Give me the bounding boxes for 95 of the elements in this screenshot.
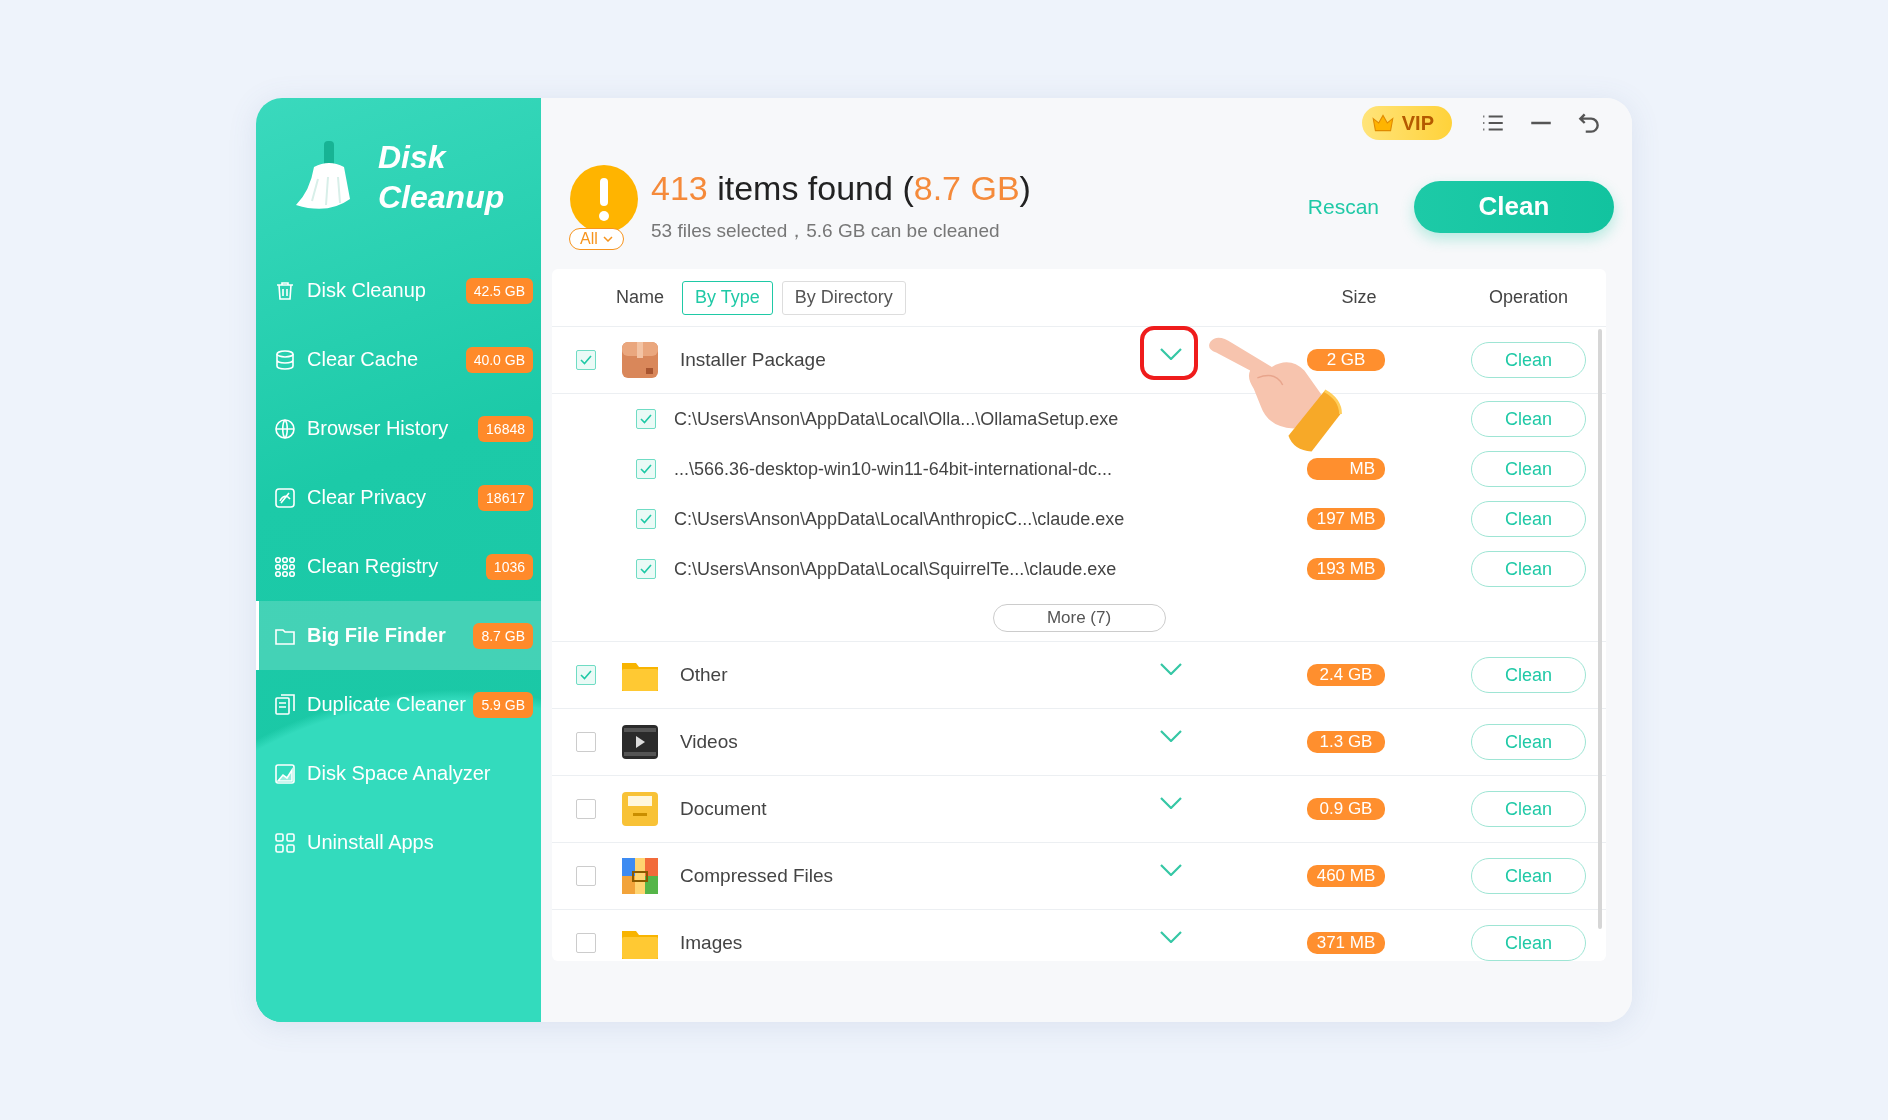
clean-button[interactable]: Clean	[1471, 858, 1586, 894]
check-icon	[580, 670, 592, 680]
size-badge: 193 MB	[1306, 558, 1386, 580]
scrollbar[interactable]	[1598, 329, 1602, 929]
sidebar-item[interactable]: Uninstall Apps	[256, 808, 541, 877]
check-icon	[640, 514, 652, 524]
document-icon	[620, 789, 660, 829]
count-badge: 1036	[485, 553, 533, 580]
checkbox[interactable]	[636, 559, 656, 579]
size-badge: 197 MB	[1306, 508, 1386, 530]
size-badge: 460 MB	[1306, 865, 1386, 887]
clean-button[interactable]: Clean	[1471, 925, 1586, 961]
sidebar-item[interactable]: Duplicate Cleaner 5.9 GB	[256, 670, 541, 739]
checkbox[interactable]	[576, 866, 596, 886]
check-icon	[580, 355, 592, 365]
video-icon	[620, 722, 660, 762]
count-badge: 16848	[478, 415, 533, 442]
summary-subtitle: 53 files selected，5.6 GB can be cleaned	[651, 219, 1001, 243]
globe-icon	[273, 416, 297, 441]
size-badge: MB	[1307, 458, 1385, 480]
column-header: Operation	[1488, 287, 1568, 308]
category-name: Compressed Files	[680, 865, 835, 887]
category-name: Document	[680, 798, 768, 820]
sidebar-item[interactable]: Clear Cache 40.0 GB	[256, 325, 541, 394]
chevron-down-icon[interactable]	[1160, 797, 1182, 809]
highlight-ring	[1140, 326, 1198, 380]
category-name: Videos	[680, 731, 739, 753]
check-icon	[640, 464, 652, 474]
check-icon	[640, 564, 652, 574]
column-header: Size	[1340, 287, 1378, 308]
logo-title: Disk	[378, 138, 448, 177]
checkbox[interactable]	[576, 732, 596, 752]
clean-button[interactable]: Clean	[1471, 791, 1586, 827]
chevron-down-icon[interactable]	[1160, 663, 1182, 675]
size-badge: 1.3 GB	[1307, 731, 1385, 753]
chevron-down-icon[interactable]	[1160, 864, 1182, 876]
category-name: Images	[680, 932, 744, 954]
checkbox[interactable]	[576, 665, 596, 685]
clean-button[interactable]: Clean	[1471, 342, 1586, 378]
size-badge: 2 GB	[1307, 349, 1385, 371]
category-name: Installer Package	[680, 349, 827, 371]
size-badge: 371 MB	[1306, 932, 1386, 954]
checkbox[interactable]	[576, 799, 596, 819]
chart-icon	[273, 761, 297, 786]
privacy-icon	[273, 485, 297, 510]
sidebar-item[interactable]: Clear Privacy 18617	[256, 463, 541, 532]
more-button[interactable]: More (7)	[992, 603, 1166, 632]
sidebar-item[interactable]: Clean Registry 1036	[256, 532, 541, 601]
count-badge: 8.7 GB	[473, 622, 533, 649]
apps-icon	[273, 830, 297, 855]
vip-button[interactable]: VIP	[1361, 106, 1452, 140]
checkbox[interactable]	[636, 509, 656, 529]
grid-icon	[273, 554, 297, 579]
count-badge: 40.0 GB	[465, 346, 533, 373]
checkbox[interactable]	[636, 459, 656, 479]
checkbox[interactable]	[576, 350, 596, 370]
clean-button[interactable]: Clean	[1471, 724, 1586, 760]
checkbox[interactable]	[576, 933, 596, 953]
sidebar-item[interactable]: Disk Cleanup 42.5 GB	[256, 256, 541, 325]
document-icon	[273, 692, 297, 717]
size-badge: 2.4 GB	[1307, 664, 1385, 686]
logo-title: Cleanup	[378, 178, 505, 217]
chevron-down-icon[interactable]	[1160, 931, 1182, 943]
sidebar-item[interactable]: Browser History 16848	[256, 394, 541, 463]
clean-button[interactable]: Clean	[1471, 551, 1586, 587]
caret-icon	[602, 235, 613, 242]
view-tab[interactable]: By Directory	[781, 280, 906, 315]
file-path: C:\Users\Anson\AppData\Local\Olla...\OllamaSetup.exe	[674, 408, 1120, 430]
view-tab[interactable]: By Type	[682, 280, 773, 315]
chevron-down-icon[interactable]	[1160, 348, 1182, 360]
size-badge: 0.9 GB	[1307, 798, 1385, 820]
clean-button[interactable]: Clean	[1414, 180, 1614, 233]
database-icon	[273, 347, 297, 372]
archive-icon	[620, 856, 660, 896]
clean-button[interactable]: Clean	[1471, 451, 1586, 487]
summary-title: 413 items found (8.7 GB)	[651, 169, 1032, 208]
sidebar-item[interactable]: Disk Space Analyzer	[256, 739, 541, 808]
file-path: C:\Users\Anson\AppData\Local\AnthropicC...\claude.exe	[674, 508, 1126, 530]
file-path: C:\Users\Anson\AppData\Local\SquirrelTe...\claude.exe	[674, 558, 1118, 580]
clean-button[interactable]: Clean	[1471, 657, 1586, 693]
checkbox[interactable]	[636, 409, 656, 429]
category-name: Other	[680, 664, 729, 686]
clean-button[interactable]: Clean	[1471, 501, 1586, 537]
package-icon	[620, 340, 660, 380]
clean-button[interactable]: Clean	[1471, 401, 1586, 437]
rescan-link[interactable]: Rescan	[1307, 194, 1379, 219]
filter-dropdown[interactable]: All	[569, 227, 624, 250]
count-badge: 42.5 GB	[465, 277, 533, 304]
chevron-down-icon[interactable]	[1160, 730, 1182, 742]
sidebar-item[interactable]: Big File Finder 8.7 GB	[256, 601, 541, 670]
count-badge: 18617	[478, 484, 533, 511]
column-header: Name	[616, 287, 664, 308]
file-path: ...\566.36-desktop-win10-win11-64bit-international-dc...	[674, 458, 1113, 480]
count-badge: 5.9 GB	[473, 691, 533, 718]
check-icon	[640, 414, 652, 424]
